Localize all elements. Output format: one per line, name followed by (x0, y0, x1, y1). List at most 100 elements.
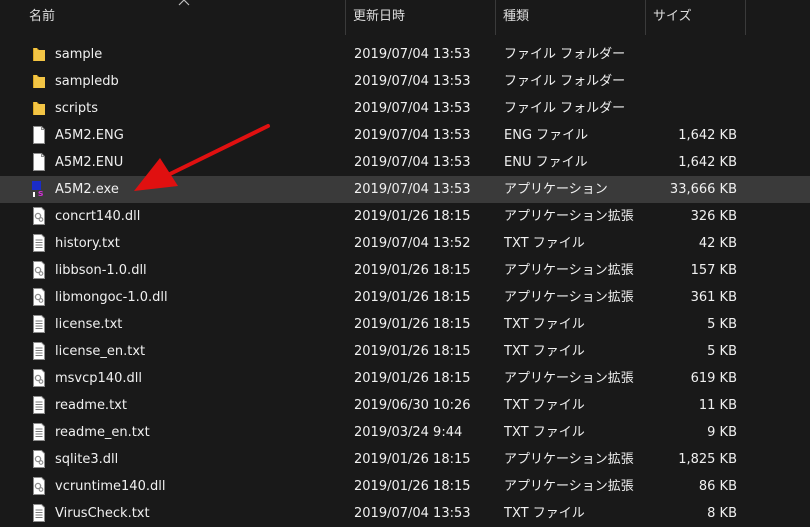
file-modified-date: 2019/07/04 13:53 (354, 101, 471, 116)
file-modified-date: 2019/07/04 13:53 (354, 506, 471, 521)
file-row[interactable]: concrt140.dll 2019/01/26 18:15 アプリケーション拡張 3… (0, 203, 810, 230)
file-type: TXT ファイル (504, 317, 585, 332)
file-row[interactable]: sqlite3.dll 2019/01/26 18:15 アプリケーション拡張 1,8… (0, 446, 810, 473)
file-name: license.txt (55, 317, 123, 332)
file-modified-date: 2019/01/26 18:15 (354, 317, 471, 332)
file-name: A5M2.ENU (55, 155, 124, 170)
file-size: 86 KB (698, 479, 737, 494)
file-modified-date: 2019/07/04 13:53 (354, 47, 471, 62)
file-modified-date: 2019/01/26 18:15 (354, 263, 471, 278)
file-size: 1,825 KB (678, 452, 737, 467)
text-file-icon (31, 234, 47, 252)
file-type: TXT ファイル (504, 506, 585, 521)
file-row[interactable]: vcruntime140.dll 2019/01/26 18:15 アプリケーション… (0, 473, 810, 500)
file-name: libmongoc-1.0.dll (55, 290, 168, 305)
file-type: ENU ファイル (504, 155, 588, 170)
file-type: アプリケーション拡張 (504, 371, 634, 386)
file-modified-date: 2019/07/04 13:53 (354, 182, 471, 197)
svg-text:s: s (38, 189, 43, 198)
file-size: 5 KB (707, 317, 737, 332)
file-row[interactable]: readme.txt 2019/06/30 10:26 TXT ファイル 11 KB (0, 392, 810, 419)
file-type: ファイル フォルダー (504, 74, 626, 89)
file-type: アプリケーション拡張 (504, 479, 634, 494)
file-row[interactable]: license.txt 2019/01/26 18:15 TXT ファイル 5 KB (0, 311, 810, 338)
file-row[interactable]: sample 2019/07/04 13:53 ファイル フォルダー (0, 41, 810, 68)
file-size: 5 KB (707, 344, 737, 359)
file-modified-date: 2019/01/26 18:15 (354, 209, 471, 224)
file-name: VirusCheck.txt (55, 506, 150, 521)
column-header-bar: 名前 更新日時 種類 サイズ (0, 0, 810, 35)
file-size: 619 KB (690, 371, 737, 386)
file-row[interactable]: scripts 2019/07/04 13:53 ファイル フォルダー (0, 95, 810, 122)
file-modified-date: 2019/07/04 13:53 (354, 74, 471, 89)
file-modified-date: 2019/06/30 10:26 (354, 398, 471, 413)
file-row[interactable]: msvcp140.dll 2019/01/26 18:15 アプリケーション拡張 61… (0, 365, 810, 392)
file-size: 326 KB (690, 209, 737, 224)
file-row[interactable]: sampledb 2019/07/04 13:53 ファイル フォルダー (0, 68, 810, 95)
column-header-size[interactable]: サイズ (646, 0, 746, 35)
file-name: readme.txt (55, 398, 127, 413)
file-row[interactable]: A5M2.ENU 2019/07/04 13:53 ENU ファイル 1,642 KB (0, 149, 810, 176)
file-size: 1,642 KB (678, 128, 737, 143)
file-row[interactable]: license_en.txt 2019/01/26 18:15 TXT ファイル 5 … (0, 338, 810, 365)
dll-icon (31, 477, 47, 495)
folder-icon (31, 72, 47, 90)
file-modified-date: 2019/01/26 18:15 (354, 479, 471, 494)
file-name: A5M2.exe (55, 182, 119, 197)
text-file-icon (31, 315, 47, 333)
dll-icon (31, 450, 47, 468)
file-row[interactable]: libmongoc-1.0.dll 2019/01/26 18:15 アプリケーショ… (0, 284, 810, 311)
folder-icon (31, 99, 47, 117)
file-size: 361 KB (690, 290, 737, 305)
file-name: sampledb (55, 74, 119, 89)
file-modified-date: 2019/01/26 18:15 (354, 344, 471, 359)
file-name: license_en.txt (55, 344, 146, 359)
file-type: TXT ファイル (504, 425, 585, 440)
dll-icon (31, 261, 47, 279)
file-list: sample 2019/07/04 13:53 ファイル フォルダー sampledb… (0, 41, 810, 527)
file-name: readme_en.txt (55, 425, 150, 440)
file-size: 42 KB (698, 236, 737, 251)
column-header-name[interactable]: 名前 (22, 0, 346, 35)
file-size: 1,642 KB (678, 155, 737, 170)
file-type: アプリケーション拡張 (504, 263, 634, 278)
file-type: ENG ファイル (504, 128, 589, 143)
file-row[interactable]: VirusCheck.txt 2019/07/04 13:53 TXT ファイル 8 … (0, 500, 810, 527)
column-header-date[interactable]: 更新日時 (346, 0, 496, 35)
file-row[interactable]: readme_en.txt 2019/03/24 9:44 TXT ファイル 9 KB (0, 419, 810, 446)
file-name: scripts (55, 101, 98, 116)
file-type: TXT ファイル (504, 398, 585, 413)
file-type: ファイル フォルダー (504, 101, 626, 116)
text-file-icon (31, 504, 47, 522)
file-modified-date: 2019/07/04 13:53 (354, 128, 471, 143)
file-modified-date: 2019/01/26 18:15 (354, 290, 471, 305)
file-size: 9 KB (707, 425, 737, 440)
dll-icon (31, 207, 47, 225)
folder-icon (31, 45, 47, 63)
column-header-type[interactable]: 種類 (496, 0, 646, 35)
file-name: sample (55, 47, 103, 62)
file-icon (31, 126, 47, 144)
file-name: history.txt (55, 236, 120, 251)
file-row[interactable]: A5M2.ENG 2019/07/04 13:53 ENG ファイル 1,642 KB (0, 122, 810, 149)
file-modified-date: 2019/01/26 18:15 (354, 452, 471, 467)
file-modified-date: 2019/07/04 13:53 (354, 155, 471, 170)
file-modified-date: 2019/07/04 13:52 (354, 236, 471, 251)
file-row[interactable]: history.txt 2019/07/04 13:52 TXT ファイル 42 KB (0, 230, 810, 257)
file-name: libbson-1.0.dll (55, 263, 147, 278)
file-icon (31, 153, 47, 171)
file-row[interactable]: s A5M2.exe 2019/07/04 13:53 アプリケーション 33,666 … (0, 176, 810, 203)
file-type: アプリケーション (504, 182, 608, 197)
file-row[interactable]: libbson-1.0.dll 2019/01/26 18:15 アプリケーション拡… (0, 257, 810, 284)
file-name: sqlite3.dll (55, 452, 119, 467)
file-size: 33,666 KB (669, 182, 737, 197)
file-type: ファイル フォルダー (504, 47, 626, 62)
text-file-icon (31, 396, 47, 414)
file-type: アプリケーション拡張 (504, 209, 634, 224)
file-name: vcruntime140.dll (55, 479, 166, 494)
dll-icon (31, 369, 47, 387)
file-type: TXT ファイル (504, 236, 585, 251)
text-file-icon (31, 342, 47, 360)
dll-icon (31, 288, 47, 306)
file-type: アプリケーション拡張 (504, 452, 634, 467)
